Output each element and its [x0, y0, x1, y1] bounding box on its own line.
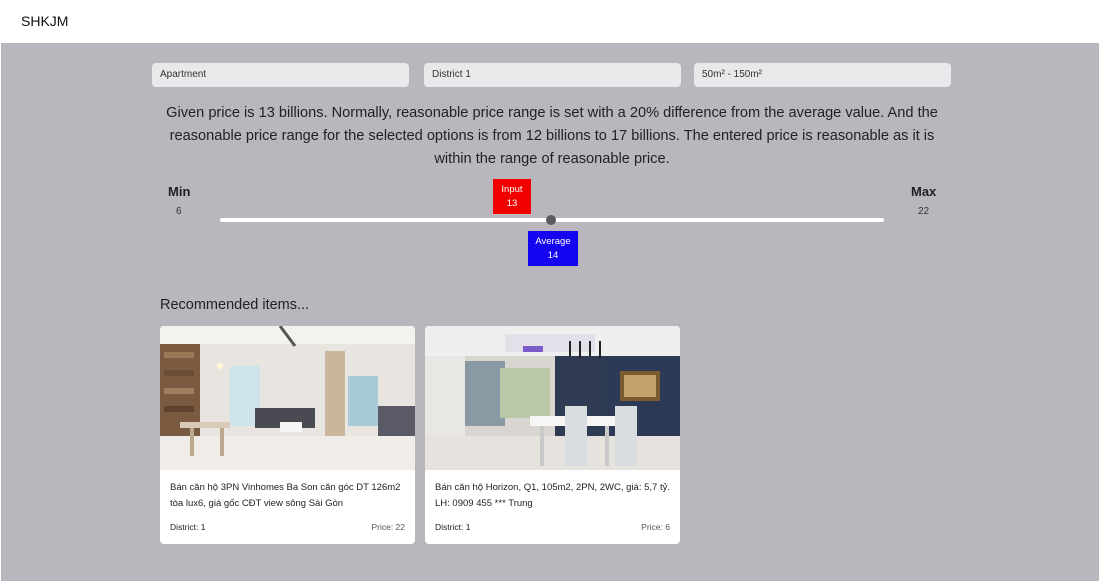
min-value: 6	[176, 206, 182, 217]
max-value: 22	[918, 206, 930, 217]
listing-card[interactable]: Bán căn hộ Horizon, Q1, 105m2, 2PN, 2WC,…	[425, 326, 680, 544]
area-select[interactable]: 50m² - 150m²	[694, 63, 951, 87]
price-range-thumb[interactable]	[546, 215, 556, 225]
property-type-select[interactable]: Apartment	[152, 63, 409, 87]
apartment-photo	[425, 326, 680, 470]
listing-price: Price: 22	[371, 522, 405, 532]
brand-logo[interactable]: SHKJM	[21, 13, 68, 29]
listing-title[interactable]: Bán căn hộ 3PN Vinhomes Ba Son căn góc D…	[170, 480, 405, 512]
listing-card[interactable]: Bán căn hộ 3PN Vinhomes Ba Son căn góc D…	[160, 326, 415, 544]
min-label: Min	[168, 184, 191, 199]
average-marker-label: Average	[535, 236, 571, 247]
district-select[interactable]: District 1	[424, 63, 681, 87]
input-marker-label: Input	[501, 184, 523, 195]
average-marker-value: 14	[547, 250, 559, 261]
listing-district: District: 1	[435, 522, 471, 532]
recommended-title: Recommended items...	[160, 297, 310, 313]
price-description: Given price is 13 billions. Normally, re…	[166, 105, 938, 167]
average-price-marker: Average 14	[528, 231, 578, 266]
input-marker-value: 13	[506, 198, 518, 209]
listing-title[interactable]: Bán căn hộ Horizon, Q1, 105m2, 2PN, 2WC,…	[435, 480, 670, 512]
max-label: Max	[911, 184, 937, 199]
main-panel: Apartment District 1 50m² - 150m² Given …	[1, 43, 1099, 581]
listing-price: Price: 6	[641, 522, 670, 532]
listing-district: District: 1	[170, 522, 206, 532]
apartment-photo	[160, 326, 415, 470]
input-price-marker: Input 13	[493, 179, 531, 214]
top-bar: SHKJM	[0, 0, 1100, 43]
